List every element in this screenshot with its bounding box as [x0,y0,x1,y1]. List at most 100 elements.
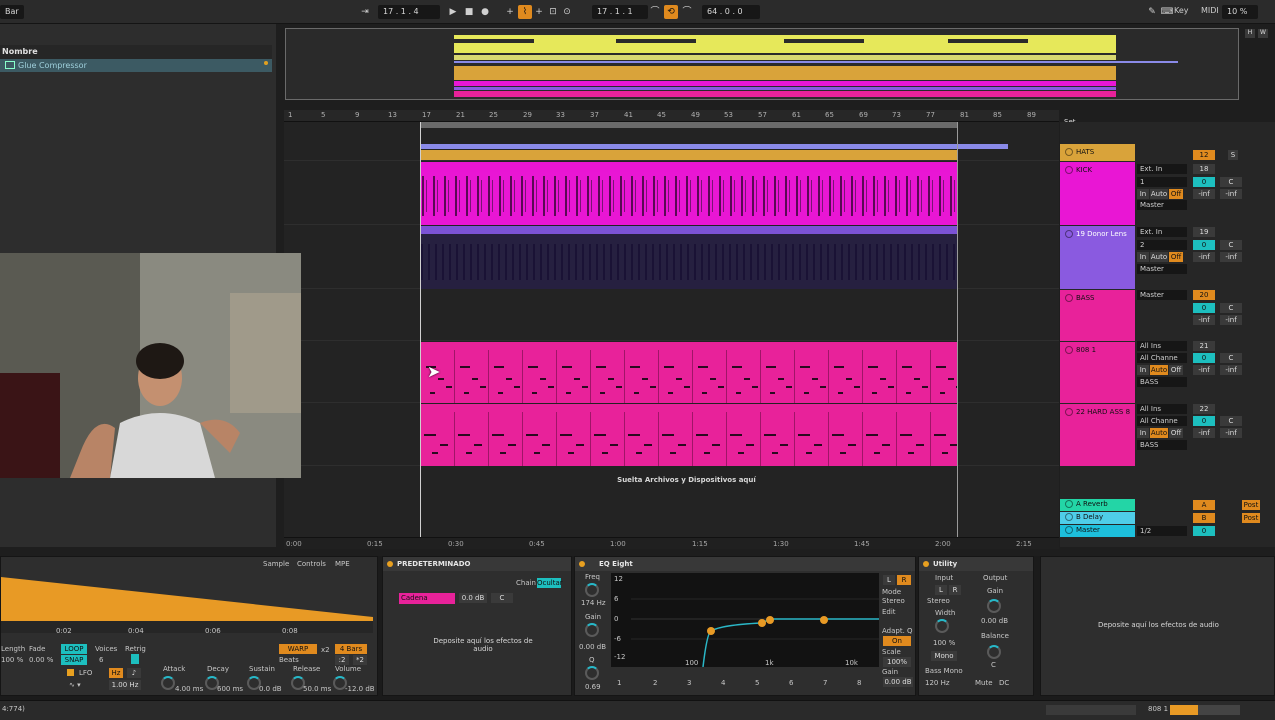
w-toggle[interactable]: W [1258,29,1268,38]
warp-button[interactable]: WARP [279,644,317,654]
hats-clip-body[interactable] [420,150,958,160]
band-toggle[interactable]: 5 [755,679,759,687]
hard-ass-lane[interactable] [284,404,1059,466]
track-header-donor[interactable]: 19 Donor Lens [1060,226,1135,289]
monitor-off[interactable]: Off [1169,252,1183,262]
input-channel-select[interactable]: 1 [1137,177,1187,187]
return-track-b[interactable]: B Delay [1060,512,1135,524]
lfo-hz-toggle[interactable]: Hz [109,668,123,678]
effects-drop-panel[interactable]: Deposite aquí los efectos de audio [1040,556,1275,696]
bass-group-lane[interactable] [284,290,1059,341]
track-header-808[interactable]: 808 1 [1060,342,1135,403]
chain-volume[interactable]: 0.0 dB [459,593,487,603]
monitor-in[interactable]: In [1137,189,1149,199]
track-volume[interactable]: 12 [1193,150,1215,160]
solo-button[interactable]: S [1228,150,1238,160]
track-header-kick[interactable]: KICK [1060,162,1135,225]
audio-effect-rack[interactable]: PREDETERMINADO Chain Ocultar Cadena 0.0 … [382,556,572,696]
gain-knob[interactable] [585,623,599,637]
balance-knob[interactable] [987,645,1001,659]
eq-display[interactable]: 12 6 0 -6 -12 100 1k 10k [611,573,879,667]
track-header-hats[interactable]: HATS [1060,144,1135,161]
capture-icon[interactable]: + [532,5,546,19]
band-toggle[interactable]: 7 [823,679,827,687]
808-clip[interactable] [420,342,958,403]
input-type-select[interactable]: Ext. In [1137,164,1187,174]
punch-out-icon[interactable]: ⌒ [680,5,694,19]
fold-icon[interactable] [1065,166,1073,174]
tab-controls[interactable]: Controls [297,560,326,568]
return-letter[interactable]: B [1193,513,1215,523]
q-knob[interactable] [585,666,599,680]
monitor-in[interactable]: In [1137,252,1149,262]
volume-field[interactable]: 0 [1193,177,1215,187]
band-toggle[interactable]: 2 [653,679,657,687]
pan-field[interactable]: C [1220,353,1242,363]
warp-mode[interactable]: Beats [279,656,299,664]
input-channel-select[interactable]: 2 [1137,240,1187,250]
input-channel-select[interactable]: All Channe [1137,353,1187,363]
tab-sample[interactable]: Sample [263,560,289,568]
track-header-bass[interactable]: BASS [1060,290,1135,341]
hats-clip[interactable] [420,144,1008,149]
effects-drop-zone[interactable]: Deposite aquí los efectos de audio [1061,621,1256,629]
punch-icon[interactable]: ⊙ [560,5,574,19]
tab-mpe[interactable]: MPE [335,560,350,568]
return-track-a[interactable]: A Reverb [1060,499,1135,511]
fold-icon[interactable] [1065,500,1073,508]
phase-left-button[interactable]: L [935,585,947,595]
utility-title[interactable]: Utility [919,557,1033,571]
lfo-rate[interactable]: 1.00 Hz [109,680,141,690]
bars-field[interactable]: 4 Bars [335,644,367,654]
fold-icon[interactable] [1065,294,1073,302]
master-output-select[interactable]: 1/2 [1137,526,1187,536]
kick-lane[interactable] [284,162,1059,225]
volume-field[interactable]: 0 [1193,303,1215,313]
pan-field[interactable]: C [1220,177,1242,187]
follow-icon[interactable]: ⇥ [358,5,372,19]
fold-icon[interactable] [1065,526,1073,534]
power-icon[interactable] [387,561,393,567]
adapt-q-toggle[interactable]: On [883,636,911,646]
band-toggle[interactable]: 1 [617,679,621,687]
bar-ruler[interactable]: 1 5 9 13 17 21 25 29 33 37 41 45 49 53 5… [284,110,1059,122]
output-select[interactable]: Master [1137,200,1187,210]
input-type-select[interactable]: All Ins [1137,404,1187,414]
loop-button[interactable]: LOOP [61,644,87,654]
track-volume[interactable]: 18 [1193,164,1215,174]
lfo-wave-icon[interactable]: ∿ ▾ [69,681,81,689]
time-ruler[interactable]: 0:00 0:15 0:30 0:45 1:00 1:15 1:30 1:45 … [284,537,1059,549]
punch-in-icon[interactable]: ⌒ [648,5,662,19]
master-track[interactable]: Master [1060,525,1135,537]
retrig-toggle[interactable] [131,654,139,664]
scale-value[interactable]: 100% [883,657,911,667]
session-record-icon[interactable]: ⊡ [546,5,560,19]
mono-button[interactable]: Mono [931,651,957,661]
arrangement-overview[interactable] [285,28,1239,100]
output-select[interactable]: BASS [1137,440,1187,450]
browser-selected-item[interactable]: Glue Compressor [0,59,272,72]
fold-icon[interactable] [1065,408,1073,416]
loop-switch-icon[interactable]: ⟲ [664,5,678,19]
loop-length[interactable]: 64 . 0 . 0 [702,5,760,19]
input-type-select[interactable]: Ext. In [1137,227,1187,237]
listen-button[interactable]: L [883,575,895,585]
pan-field[interactable]: C [1220,416,1242,426]
track-volume[interactable]: 20 [1193,290,1215,300]
gain-knob[interactable] [987,599,1001,613]
width-knob[interactable] [935,619,949,633]
arrangement-view[interactable]: Suelta Archivos y Dispositivos aquí ➤ [284,122,1059,537]
chain-pan[interactable]: C [491,593,513,603]
freq-knob[interactable] [585,583,599,597]
band-toggle[interactable]: 6 [789,679,793,687]
eq-title[interactable]: EQ Eight [575,557,915,571]
track-header-hard-ass[interactable]: 22 HARD ASS 8 [1060,404,1135,466]
master-volume[interactable]: 0 [1193,526,1215,536]
hard-ass-clip[interactable] [420,404,958,466]
hats-lane[interactable] [284,144,1059,161]
draw-mode-icon[interactable]: ✎ [1145,5,1159,19]
return-letter[interactable]: A [1193,500,1215,510]
bass-mono-freq[interactable]: 120 Hz [925,679,950,687]
monitor-auto[interactable]: Auto [1150,365,1168,375]
band-toggle[interactable]: 8 [857,679,861,687]
